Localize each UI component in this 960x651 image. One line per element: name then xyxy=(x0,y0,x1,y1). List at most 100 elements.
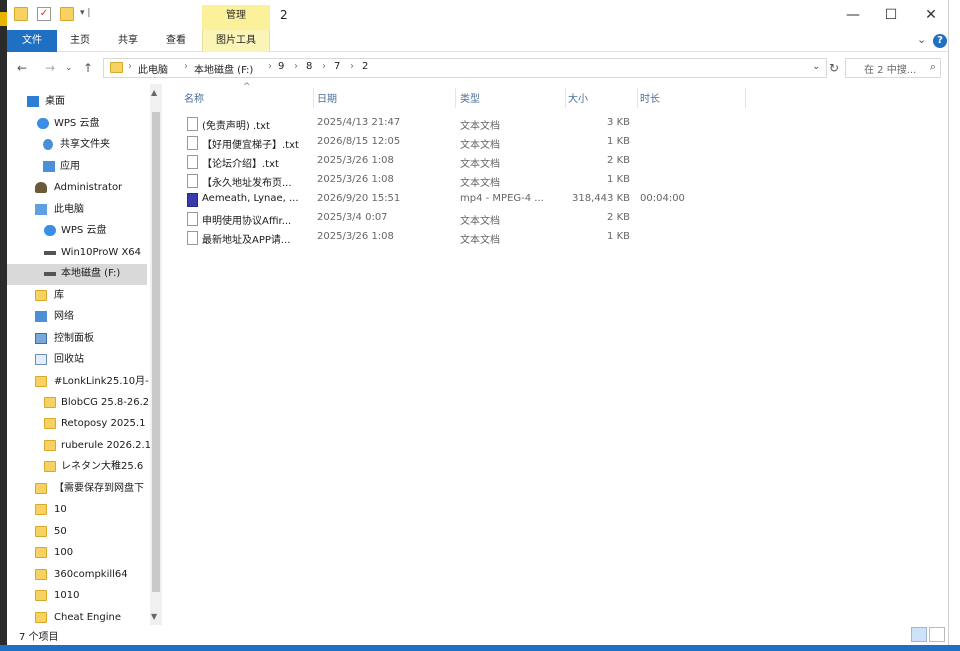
search-input[interactable]: 在 2 中搜... xyxy=(864,61,916,76)
address-dropdown-icon[interactable]: ⌄ xyxy=(812,61,820,72)
column-divider[interactable] xyxy=(313,88,314,108)
sidebar-item-folder[interactable]: BlobCG 25.8-26.2 xyxy=(7,393,149,414)
file-name: 申明使用协议Affir... xyxy=(202,216,292,227)
breadcrumb-2[interactable]: 2 xyxy=(362,61,368,72)
file-date: 2025/3/26 1:08 xyxy=(317,231,394,242)
sidebar-item-folder[interactable]: Cheat Engine xyxy=(7,608,147,625)
sidebar-item-apps[interactable]: 应用 xyxy=(7,157,147,178)
sidebar-item-libraries[interactable]: 库 xyxy=(7,286,147,307)
navigation-scrollbar[interactable]: ▲ ▼ xyxy=(150,84,162,625)
new-folder-icon[interactable] xyxy=(60,7,74,21)
breadcrumb-7[interactable]: 7 xyxy=(334,61,340,72)
search-box[interactable]: 在 2 中搜... ⌕ xyxy=(845,58,941,78)
column-header-type[interactable]: 类型 xyxy=(460,90,480,105)
breadcrumb-drive[interactable]: 本地磁盘 (F:) xyxy=(194,61,253,76)
tab-share[interactable]: 共享 xyxy=(105,30,151,52)
column-header-size[interactable]: 大小 xyxy=(568,90,588,105)
file-name: 【永久地址发布页... xyxy=(202,178,292,189)
scrollbar-thumb[interactable] xyxy=(152,112,160,592)
file-size: 1 KB xyxy=(607,174,630,185)
tab-view[interactable]: 查看 xyxy=(153,30,199,52)
sidebar-item-shared-folder[interactable]: 共享文件夹 xyxy=(7,135,147,156)
breadcrumb-8[interactable]: 8 xyxy=(306,61,312,72)
file-row[interactable]: 【永久地址发布页... 2025/3/26 1:08 文本文档 1 KB xyxy=(165,172,705,191)
breadcrumb-separator[interactable]: › xyxy=(294,61,298,72)
sidebar-item-folder[interactable]: 1010 xyxy=(7,586,147,607)
minimize-button[interactable]: — xyxy=(833,4,873,26)
sidebar-item-folder[interactable]: 100 xyxy=(7,543,147,564)
file-row[interactable]: 【好用便宜梯子】.txt 2026/8/15 12:05 文本文档 1 KB xyxy=(165,134,705,153)
background-window-edge xyxy=(0,0,7,651)
sidebar-item-control-panel[interactable]: 控制面板 xyxy=(7,329,147,350)
file-row[interactable]: (免责声明) .txt 2025/4/13 21:47 文本文档 3 KB xyxy=(165,115,705,134)
sidebar-item-win10-drive[interactable]: Win10ProW X64 xyxy=(7,243,147,264)
sidebar-item-folder[interactable]: Retoposy 2025.1 xyxy=(7,414,147,435)
back-button[interactable]: ← xyxy=(17,61,27,75)
help-icon[interactable]: ? xyxy=(933,34,947,48)
contextual-tab-manage[interactable]: 管理 xyxy=(202,5,270,30)
file-type: 文本文档 xyxy=(460,121,500,132)
text-file-icon xyxy=(187,174,198,188)
recent-locations-icon[interactable]: ⌄ xyxy=(65,63,73,73)
sidebar-item-folder[interactable]: ruberule 2026.2.1 xyxy=(7,436,151,457)
sidebar-item-recycle-bin[interactable]: 回收站 xyxy=(7,350,147,371)
forward-button[interactable]: → xyxy=(45,61,55,75)
maximize-button[interactable]: ☐ xyxy=(871,4,911,26)
sidebar-item-folder[interactable]: レネタン大稚25.6 xyxy=(7,457,147,478)
column-header-date[interactable]: 日期 xyxy=(317,90,337,105)
file-size: 318,443 KB xyxy=(572,193,630,204)
scroll-up-icon[interactable]: ▲ xyxy=(151,88,157,97)
column-divider[interactable] xyxy=(637,88,638,108)
refresh-icon[interactable]: ↻ xyxy=(829,61,839,75)
breadcrumb-9[interactable]: 9 xyxy=(278,61,284,72)
column-divider[interactable] xyxy=(745,88,746,108)
file-row[interactable]: 【论坛介绍】.txt 2025/3/26 1:08 文本文档 2 KB xyxy=(165,153,705,172)
explorer-window: ✓ ▾ | 管理 2 — ☐ ✕ 文件 主页 共享 查看 图片工具 ⌄ ? ← … xyxy=(7,0,948,651)
sidebar-item-folder[interactable]: 50 xyxy=(7,522,147,543)
scroll-down-icon[interactable]: ▼ xyxy=(151,612,157,621)
up-button[interactable]: ↑ xyxy=(83,61,93,75)
close-button[interactable]: ✕ xyxy=(911,4,951,26)
sidebar-item-desktop[interactable]: 桌面 xyxy=(7,92,147,113)
quick-access-dropdown-icon[interactable]: ▾ | xyxy=(80,8,90,18)
tab-home[interactable]: 主页 xyxy=(57,30,103,52)
sidebar-item-wps-cloud[interactable]: WPS 云盘 xyxy=(7,114,147,135)
breadcrumb-separator[interactable]: › xyxy=(184,61,188,72)
sidebar-item-this-pc[interactable]: 此电脑 xyxy=(7,200,147,221)
control-panel-icon xyxy=(35,333,47,344)
file-type: 文本文档 xyxy=(460,178,500,189)
breadcrumb-separator[interactable]: › xyxy=(322,61,326,72)
column-divider[interactable] xyxy=(455,88,456,108)
sidebar-item-folder[interactable]: #LonkLink25.10月- xyxy=(7,372,149,393)
details-view-icon[interactable] xyxy=(911,627,927,642)
breadcrumb-this-pc[interactable]: 此电脑 xyxy=(138,61,168,76)
tab-picture-tools[interactable]: 图片工具 xyxy=(202,30,270,52)
file-row[interactable]: Aemeath, Lynae, ... 2026/9/20 15:51 mp4 … xyxy=(165,191,705,210)
sidebar-item-folder[interactable]: 【需要保存到网盘下 xyxy=(7,479,147,500)
sidebar-item-folder[interactable]: 10 xyxy=(7,500,147,521)
file-row[interactable]: 申明使用协议Affir... 2025/3/4 0:07 文本文档 2 KB xyxy=(165,210,705,229)
sidebar-item-label: Win10ProW X64 xyxy=(61,247,142,258)
breadcrumb-separator[interactable]: › xyxy=(350,61,354,72)
properties-icon[interactable]: ✓ xyxy=(37,7,51,21)
file-date: 2025/4/13 21:47 xyxy=(317,117,401,128)
sidebar-item-network[interactable]: 网络 xyxy=(7,307,147,328)
column-header-duration[interactable]: 时长 xyxy=(640,90,660,105)
sidebar-item-administrator[interactable]: Administrator xyxy=(7,178,147,199)
sidebar-item-local-disk-f[interactable]: 本地磁盘 (F:) xyxy=(7,264,147,285)
search-icon[interactable]: ⌕ xyxy=(930,60,936,74)
file-row[interactable]: 最新地址及APP请... 2025/3/26 1:08 文本文档 1 KB xyxy=(165,229,705,248)
large-icons-view-icon[interactable] xyxy=(929,627,945,642)
ribbon-expand-icon[interactable]: ⌄ xyxy=(917,33,926,46)
sidebar-item-folder[interactable]: 360compkill64 xyxy=(7,565,147,586)
column-header-name[interactable]: 名称 xyxy=(184,90,204,105)
column-divider[interactable] xyxy=(565,88,566,108)
breadcrumb-separator[interactable]: › xyxy=(128,61,132,72)
sidebar-item-label: 库 xyxy=(54,290,64,301)
address-bar[interactable]: › 此电脑 › 本地磁盘 (F:) › 9 › 8 › 7 › 2 ⌄ xyxy=(103,58,827,78)
recycle-bin-icon xyxy=(35,354,47,365)
file-type: mp4 - MPEG-4 ... xyxy=(460,193,544,204)
sidebar-item-wps-cloud-2[interactable]: WPS 云盘 xyxy=(7,221,147,242)
tab-file[interactable]: 文件 xyxy=(7,30,57,52)
breadcrumb-separator[interactable]: › xyxy=(268,61,272,72)
